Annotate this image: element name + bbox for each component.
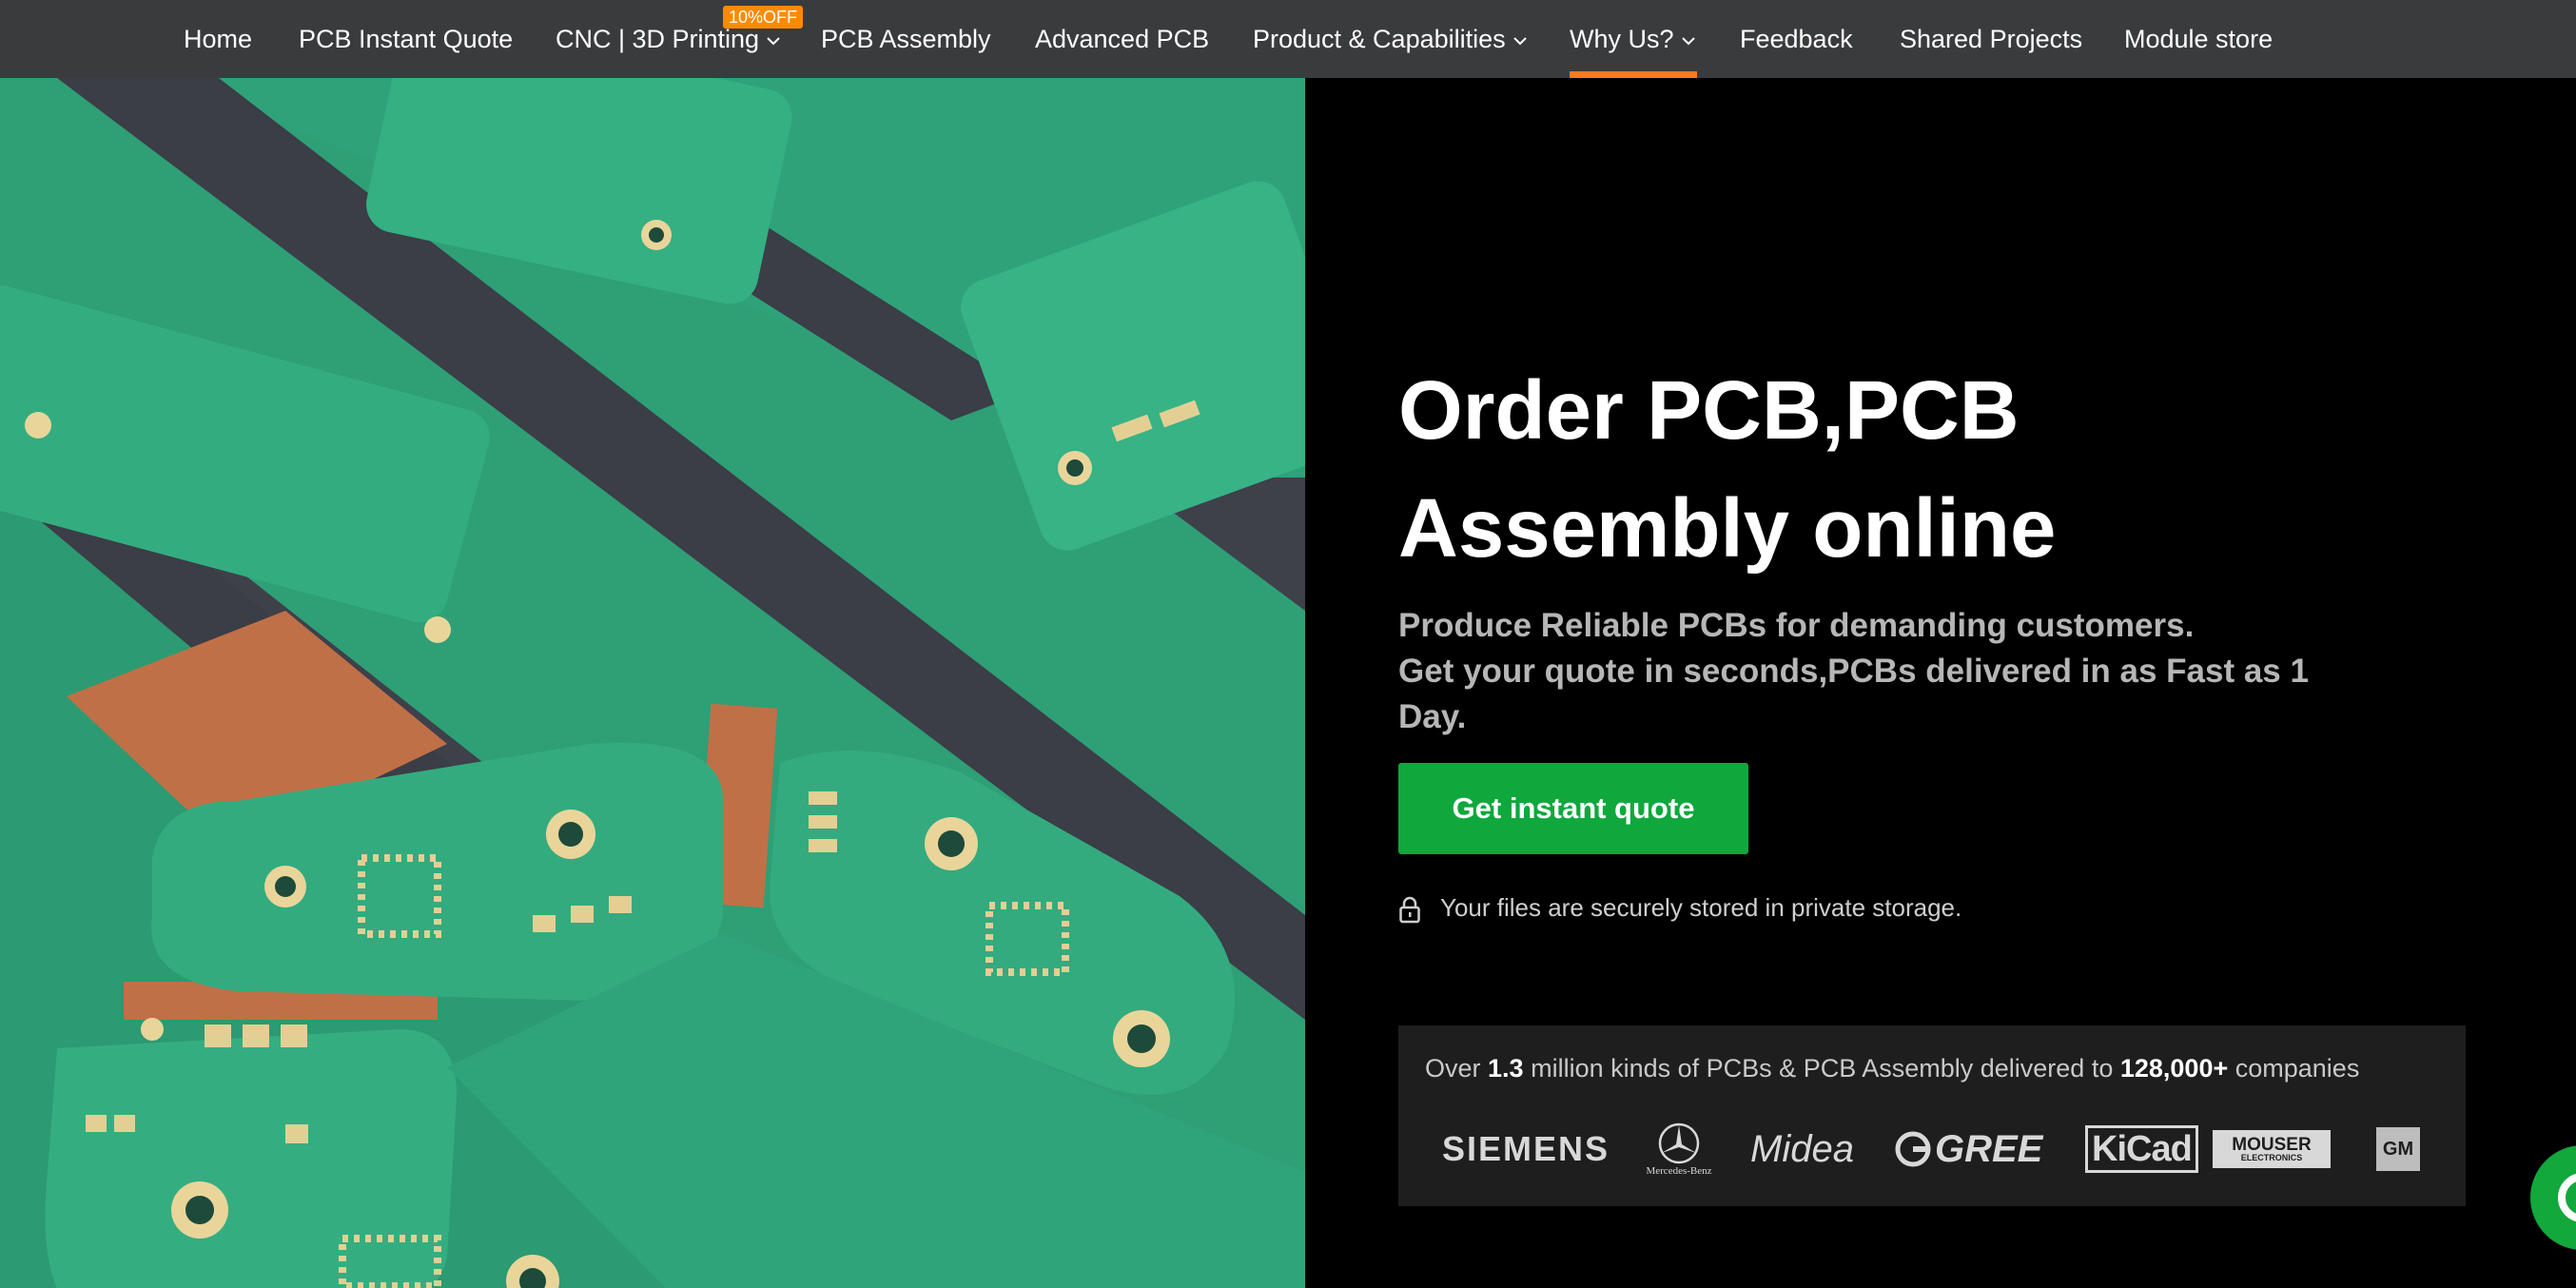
nav-label: Why Us? xyxy=(1570,25,1674,53)
nav-label: Product & Capabilities xyxy=(1253,25,1506,53)
hero-headline: Order PCB,PCB Assembly online xyxy=(1398,352,2350,588)
mouser-logo: MOUSER ELECTRONICS xyxy=(2213,1121,2331,1178)
headline-line-1: Order PCB,PCB xyxy=(1398,364,2020,457)
trust-middle: million kinds of PCBs & PCB Assembly del… xyxy=(1531,1054,2114,1083)
nav-module-store[interactable]: Module store xyxy=(2124,0,2273,78)
kicad-logo: KiCad xyxy=(2085,1121,2198,1178)
mouser-wordmark: MOUSER xyxy=(2232,1135,2312,1155)
nav-advanced-pcb[interactable]: Advanced PCB xyxy=(1035,0,1209,78)
mouser-subtitle: ELECTRONICS xyxy=(2240,1153,2303,1162)
chat-icon xyxy=(2558,1173,2576,1222)
discount-badge: 10%OFF xyxy=(723,6,804,29)
mercedes-logo: Mercedes-Benz xyxy=(1636,1121,1722,1178)
nav-home[interactable]: Home xyxy=(184,0,252,78)
nav-label: Shared Projects xyxy=(1900,25,2083,53)
kicad-wordmark: KiCad xyxy=(2085,1125,2198,1173)
nav-shared-projects[interactable]: Shared Projects xyxy=(1900,0,2082,78)
headline-line-2: Assembly online xyxy=(1398,482,2057,575)
nav-why-us[interactable]: Why Us? xyxy=(1570,0,1697,78)
gree-mark-icon xyxy=(1895,1131,1931,1167)
secure-storage-text: Your files are securely stored in privat… xyxy=(1440,893,1962,922)
chevron-down-icon xyxy=(767,37,780,46)
trust-suffix: companies xyxy=(2234,1054,2360,1083)
trust-statement: Over 1.3 million kinds of PCBs & PCB Ass… xyxy=(1425,1054,2359,1083)
top-nav: Home PCB Instant Quote CNC | 3D Printing… xyxy=(0,0,2576,78)
nav-product-capabilities[interactable]: Product & Capabilities xyxy=(1253,0,1529,78)
nav-label: Feedback xyxy=(1740,25,1853,53)
nav-label: PCB Instant Quote xyxy=(299,25,514,53)
nav-label: PCB Assembly xyxy=(821,25,991,53)
hero-subtitle: Produce Reliable PCBs for demanding cust… xyxy=(1398,603,2369,740)
subtitle-line-2: Get your quote in seconds,PCBs delivered… xyxy=(1398,653,2309,690)
chevron-down-icon xyxy=(1512,37,1527,46)
nav-label: CNC | 3D Printing xyxy=(556,25,760,53)
lock-icon xyxy=(1399,896,1420,924)
nav-pcb-instant-quote[interactable]: PCB Instant Quote xyxy=(299,0,513,78)
secure-storage-note: Your files are securely stored in privat… xyxy=(1398,890,1961,925)
gree-logo: GREE xyxy=(1895,1121,2042,1178)
nav-label: Module store xyxy=(2124,25,2274,53)
trust-panel: Over 1.3 million kinds of PCBs & PCB Ass… xyxy=(1398,1025,2466,1206)
mercedes-wordmark: Mercedes-Benz xyxy=(1646,1165,1712,1177)
gm-wordmark: GM xyxy=(2382,1138,2414,1160)
nav-label: Home xyxy=(184,25,253,53)
chevron-down-icon xyxy=(1681,37,1695,46)
siemens-logo: SIEMENS xyxy=(1442,1129,1610,1168)
mercedes-star-icon xyxy=(1658,1122,1700,1164)
nav-pcb-assembly[interactable]: PCB Assembly xyxy=(821,0,991,78)
nav-feedback[interactable]: Feedback xyxy=(1740,0,1853,78)
trust-prefix: Over xyxy=(1425,1054,1481,1083)
subtitle-line-3: Day. xyxy=(1398,698,1467,735)
trust-count-kinds: 1.3 xyxy=(1488,1054,1524,1083)
pcb-hero-image xyxy=(0,78,1305,1288)
midea-logo: Midea xyxy=(1750,1127,1854,1170)
get-instant-quote-button[interactable]: Get instant quote xyxy=(1398,763,1748,854)
trust-count-companies: 128,000+ xyxy=(2119,1054,2229,1083)
pcb-illustration xyxy=(0,78,1305,1288)
chat-button[interactable] xyxy=(2530,1145,2576,1250)
gm-logo: GM xyxy=(2376,1121,2420,1178)
nav-label: Advanced PCB xyxy=(1035,25,1210,53)
gree-wordmark: GREE xyxy=(1935,1127,2043,1170)
subtitle-line-1: Produce Reliable PCBs for demanding cust… xyxy=(1398,607,2195,644)
